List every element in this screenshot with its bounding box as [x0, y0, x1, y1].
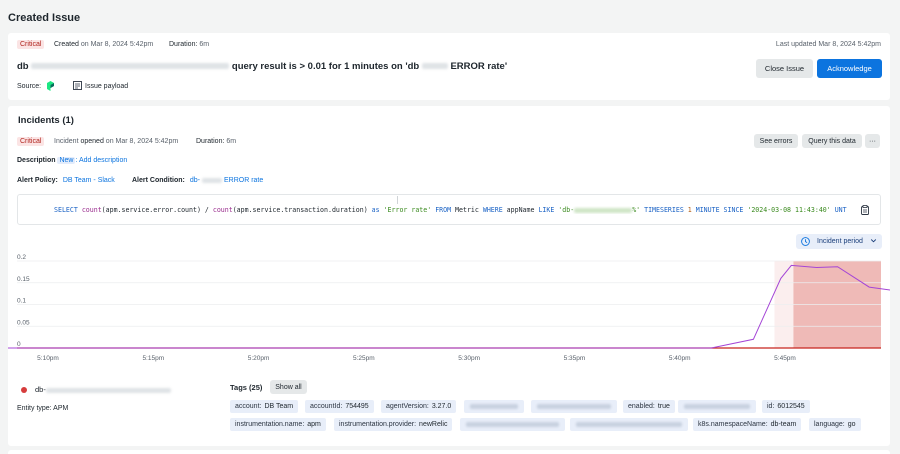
incidents-card: Incidents (1) Critical Incident opened o… [8, 106, 890, 446]
source-label: Source: [17, 83, 42, 90]
payload-icon[interactable] [73, 81, 82, 92]
x-tick-label: 5:45pm [774, 355, 796, 362]
x-tick-label: 5:10pm [37, 355, 59, 362]
query-data-button[interactable]: Query this data [802, 134, 862, 148]
y-tick-label: 0 [17, 341, 21, 348]
x-tick-label: 5:20pm [248, 355, 270, 362]
next-card [8, 450, 890, 454]
tag-redacted[interactable] [460, 418, 565, 431]
last-updated: Last updated Mar 8, 2024 5:42pm [775, 41, 881, 48]
y-tick-label: 0.15 [17, 276, 30, 283]
x-tick-label: 5:30pm [458, 355, 480, 362]
tag-account[interactable]: account: DB Team [230, 400, 299, 413]
y-tick-label: 0.1 [17, 298, 26, 305]
x-tick-label: 5:25pm [353, 355, 375, 362]
tags-label: Tags (25) [230, 383, 263, 392]
x-tick-label: 5:40pm [669, 355, 691, 362]
x-tick-label: 5:15pm [142, 355, 164, 362]
description-row: Description New: Add description [17, 157, 128, 164]
alert-condition-row: Alert Condition: db- ERROR rate [132, 177, 264, 184]
nrql-query-text[interactable]: SELECT count(apm.service.error.count) / … [54, 206, 851, 214]
chevron-down-icon [870, 237, 877, 246]
clock-icon [801, 237, 810, 248]
redacted-text [31, 63, 230, 70]
tag-redacted[interactable] [570, 418, 688, 431]
tag-instrumentation-provider[interactable]: instrumentation.provider: newRelic [334, 418, 453, 431]
query-divider [397, 196, 398, 204]
entity-name[interactable]: db- [35, 385, 171, 394]
issue-title: db query result is > 0.01 for 1 minutes … [17, 61, 508, 72]
y-tick-label: 0.05 [17, 319, 30, 326]
alert-policy-row: Alert Policy: DB Team - Slack [17, 177, 115, 184]
tag-instrumentation-name[interactable]: instrumentation.name: apm [230, 418, 326, 431]
entity-status-dot [21, 387, 27, 393]
source-app-icon [46, 81, 55, 93]
created-info: Created on Mar 8, 2024 5:42pm [54, 41, 154, 48]
duration-info: Duration: 6m [169, 41, 210, 48]
tag-language[interactable]: language: go [809, 418, 861, 431]
incident-period-label: Incident period [817, 237, 863, 245]
tag-redacted[interactable] [678, 400, 756, 413]
close-issue-button[interactable]: Close Issue [756, 59, 813, 78]
tag-enabled[interactable]: enabled: true [623, 400, 675, 413]
redacted-text [45, 387, 171, 393]
series-line [8, 264, 890, 349]
show-all-tags-button[interactable]: Show all [270, 380, 307, 394]
more-menu-button[interactable]: ··· [865, 134, 880, 148]
tag-id[interactable]: id: 6012545 [762, 400, 810, 413]
redacted-text [201, 177, 222, 183]
new-badge: New [57, 157, 76, 164]
x-tick-label: 5:35pm [564, 355, 586, 362]
issue-payload-link[interactable]: Issue payload [85, 83, 128, 90]
tag-redacted[interactable] [531, 400, 617, 413]
tag-redacted[interactable] [464, 400, 524, 413]
error-rate-chart[interactable]: 0.2 0.15 0.1 0.05 0 5:10pm 5:15pm 5:20pm 5:25pm 5… [8, 254, 890, 366]
copy-icon[interactable] [861, 205, 869, 217]
alert-condition-link[interactable]: db- ERROR rate [190, 177, 263, 184]
add-description-link[interactable]: : Add description [75, 157, 127, 164]
page-title: Created Issue [8, 12, 81, 24]
redacted-text [421, 63, 448, 70]
y-tick-label: 0.2 [17, 254, 26, 261]
redacted-text [574, 207, 633, 213]
tag-agent-version[interactable]: agentVersion: 3.27.0 [381, 400, 457, 413]
incidents-heading: Incidents (1) [18, 115, 74, 126]
alert-policy-link[interactable]: DB Team - Slack [63, 177, 115, 184]
severity-badge: Critical [17, 40, 45, 49]
incident-period-button[interactable]: Incident period [796, 234, 882, 249]
acknowledge-button[interactable]: Acknowledge [817, 59, 882, 78]
incident-duration: Duration: 6m [196, 138, 237, 145]
severity-badge: Critical [17, 137, 45, 146]
see-errors-button[interactable]: See errors [754, 134, 798, 148]
tag-k8s-namespace[interactable]: k8s.namespaceName: db-team [693, 418, 802, 431]
issue-card: Critical Created on Mar 8, 2024 5:42pm D… [8, 33, 890, 100]
entity-type: Entity type: APM [17, 405, 69, 412]
tag-account-id[interactable]: accountId: 754495 [305, 400, 374, 413]
incident-opened-info: Incident opened on Mar 8, 2024 5:42pm [54, 138, 179, 145]
